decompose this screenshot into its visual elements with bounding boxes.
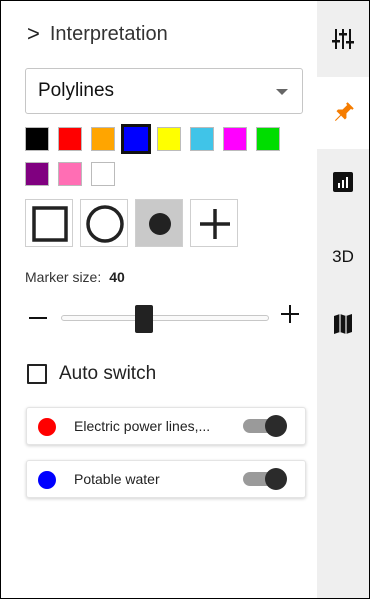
color-swatch[interactable] bbox=[25, 127, 49, 151]
slider-track[interactable] bbox=[61, 315, 269, 321]
color-swatch[interactable] bbox=[58, 162, 82, 186]
auto-switch-checkbox[interactable]: Auto switch bbox=[27, 363, 156, 385]
caret-down-icon bbox=[276, 89, 288, 95]
rail-item-chart[interactable] bbox=[317, 149, 369, 215]
increase-icon[interactable] bbox=[281, 305, 299, 323]
color-swatch[interactable] bbox=[190, 127, 214, 151]
layer-name: Potable water bbox=[74, 471, 160, 487]
layer-toggle[interactable] bbox=[243, 415, 288, 437]
interpretation-panel: > Interpretation Polylines Marker size: … bbox=[1, 1, 317, 598]
rail-item-pin[interactable] bbox=[317, 77, 369, 149]
color-swatch[interactable] bbox=[58, 127, 82, 151]
layer-color-dot bbox=[38, 418, 56, 436]
circle-marker-icon bbox=[86, 205, 124, 243]
checkbox-icon bbox=[27, 364, 47, 384]
map-icon bbox=[334, 314, 352, 334]
pin-icon bbox=[334, 102, 354, 122]
color-swatch[interactable] bbox=[91, 127, 115, 151]
filled-dot-marker-button[interactable] bbox=[135, 199, 183, 247]
chevron-right-icon: > bbox=[27, 21, 40, 46]
layer-name: Electric power lines,... bbox=[74, 418, 211, 434]
rail-item-settings[interactable] bbox=[317, 1, 369, 77]
layer-color-dot bbox=[38, 471, 56, 489]
sliders-icon bbox=[332, 29, 354, 49]
marker-size-slider bbox=[29, 303, 299, 333]
color-swatch[interactable] bbox=[157, 127, 181, 151]
color-swatch[interactable] bbox=[25, 162, 49, 186]
panel-title: Interpretation bbox=[49, 22, 168, 45]
geometry-type-select[interactable]: Polylines bbox=[25, 68, 303, 114]
app-frame: > Interpretation Polylines Marker size: … bbox=[0, 0, 370, 599]
rail-item-map[interactable] bbox=[317, 293, 369, 355]
color-swatch[interactable] bbox=[121, 124, 151, 154]
geometry-type-value: Polylines bbox=[38, 80, 115, 101]
toggle-knob bbox=[265, 468, 287, 490]
chart-icon bbox=[333, 172, 353, 192]
square-marker-button[interactable] bbox=[25, 199, 73, 247]
color-swatch[interactable] bbox=[256, 127, 280, 151]
auto-switch-label: Auto switch bbox=[59, 363, 157, 384]
plus-marker-button[interactable] bbox=[190, 199, 238, 247]
layer-item: Electric power lines,... bbox=[26, 407, 306, 445]
decrease-icon[interactable] bbox=[29, 317, 47, 319]
side-rail: 3D bbox=[317, 1, 369, 598]
square-marker-icon bbox=[32, 206, 68, 242]
marker-size-row: Marker size: 40 bbox=[25, 269, 125, 285]
marker-size-value: 40 bbox=[109, 269, 125, 285]
layer-item: Potable water bbox=[26, 460, 306, 498]
toggle-knob bbox=[265, 415, 287, 437]
circle-marker-button[interactable] bbox=[80, 199, 128, 247]
color-swatch[interactable] bbox=[91, 162, 115, 186]
rail-item-3d[interactable]: 3D bbox=[317, 226, 369, 288]
panel-header[interactable]: > Interpretation bbox=[27, 21, 168, 47]
plus-marker-icon bbox=[200, 209, 230, 239]
marker-size-label: Marker size: bbox=[25, 269, 102, 285]
3d-icon: 3D bbox=[332, 247, 354, 266]
color-swatch[interactable] bbox=[223, 127, 247, 151]
layer-toggle[interactable] bbox=[243, 468, 288, 490]
slider-thumb[interactable] bbox=[135, 305, 154, 333]
filled-dot-marker-icon bbox=[149, 213, 171, 235]
